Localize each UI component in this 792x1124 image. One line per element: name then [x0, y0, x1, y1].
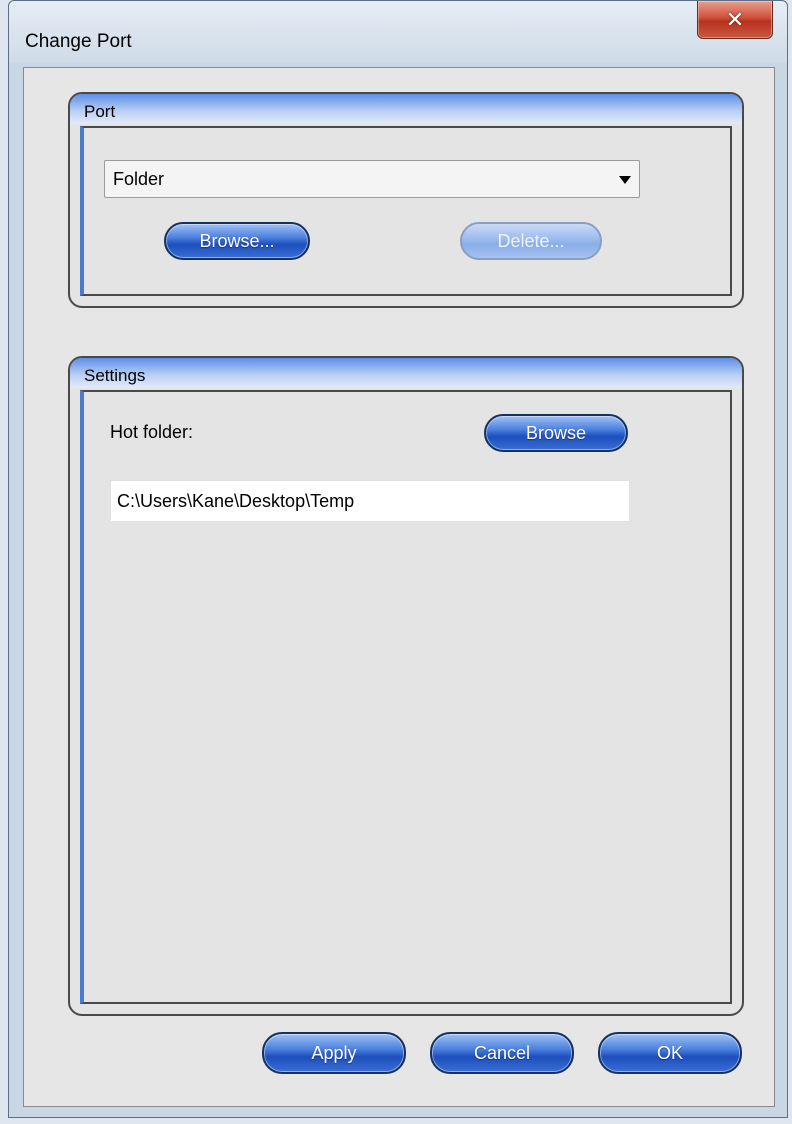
- apply-label: Apply: [311, 1042, 357, 1063]
- port-type-value: Folder: [113, 168, 165, 189]
- dropdown-arrow-icon[interactable]: [619, 176, 631, 184]
- port-groupbox: Port Folder Browse... Delete...: [68, 92, 744, 308]
- port-browse-button[interactable]: Browse...: [164, 222, 310, 260]
- port-browse-label: Browse...: [199, 230, 275, 251]
- change-port-window: Change Port ✕ Port Folder Browse... Dele…: [8, 0, 788, 1118]
- port-delete-button[interactable]: Delete...: [460, 222, 602, 260]
- settings-groupbox: Settings Hot folder: Browse C:\Users\Kan…: [68, 356, 744, 1016]
- apply-button[interactable]: Apply: [262, 1032, 406, 1074]
- close-button[interactable]: ✕: [697, 1, 773, 39]
- title-bar[interactable]: Change Port ✕: [9, 1, 787, 63]
- port-group-header: Port: [70, 94, 742, 124]
- port-group-title: Port: [84, 102, 116, 121]
- port-type-select[interactable]: Folder: [104, 160, 640, 198]
- window-title: Change Port: [25, 31, 132, 52]
- cancel-button[interactable]: Cancel: [430, 1032, 574, 1074]
- ok-label: OK: [656, 1042, 683, 1063]
- hot-folder-path-input[interactable]: C:\Users\Kane\Desktop\Temp: [110, 480, 630, 522]
- port-delete-label: Delete...: [497, 230, 565, 251]
- settings-group-header: Settings: [70, 358, 742, 388]
- settings-group-body: Hot folder: Browse C:\Users\Kane\Desktop…: [80, 390, 732, 1004]
- cancel-label: Cancel: [473, 1042, 531, 1063]
- hot-folder-browse-label: Browse: [525, 422, 587, 443]
- settings-group-title: Settings: [84, 366, 146, 385]
- close-icon: ✕: [725, 6, 745, 32]
- port-group-body: Folder Browse... Delete...: [80, 126, 732, 296]
- hot-folder-browse-button[interactable]: Browse: [484, 414, 628, 452]
- hot-folder-label: Hot folder:: [110, 422, 194, 442]
- dialog-client-area: Port Folder Browse... Delete... Settings: [23, 67, 775, 1107]
- ok-button[interactable]: OK: [598, 1032, 742, 1074]
